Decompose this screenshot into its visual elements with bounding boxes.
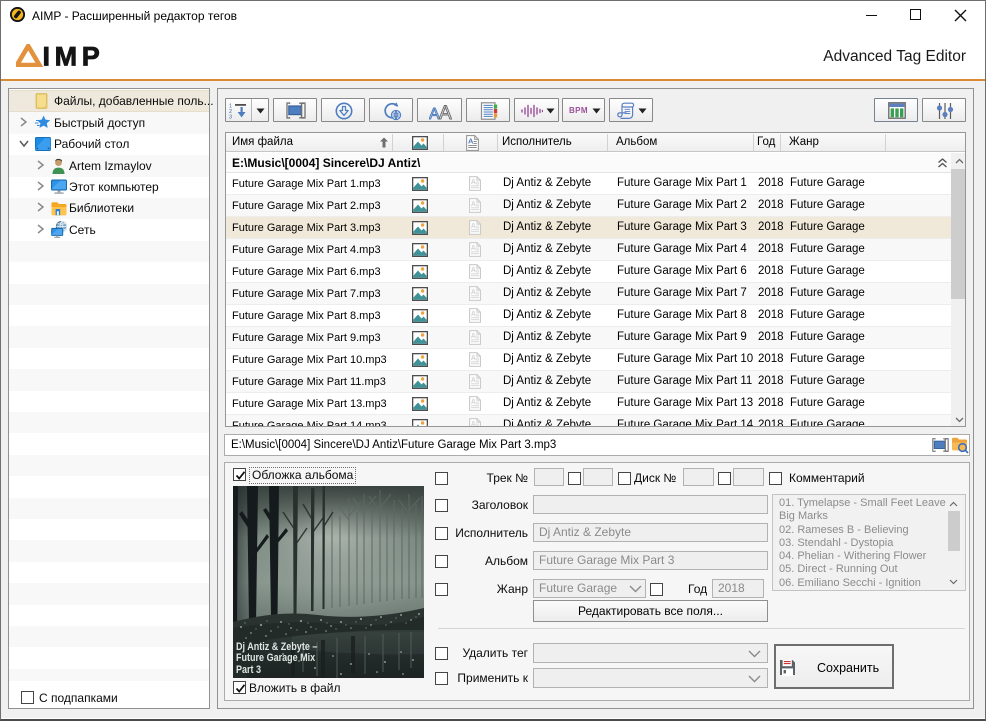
svg-text:3: 3 [229,115,232,120]
svg-text:IMP: IMP [43,44,105,67]
svg-text:A: A [439,103,452,120]
